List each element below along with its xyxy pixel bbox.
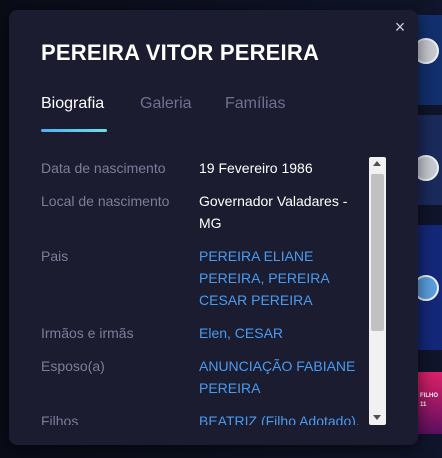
- detail-row-spouse: Esposo(a) ANUNCIAÇÃO FABIANE PEREIRA: [41, 355, 387, 399]
- siblings-link[interactable]: Elen, CESAR: [199, 322, 369, 344]
- tab-biografia[interactable]: Biografia: [41, 95, 104, 113]
- close-icon[interactable]: ×: [391, 18, 409, 36]
- spouse-label: Esposo(a): [41, 358, 105, 374]
- details-scrollbar[interactable]: [369, 157, 386, 425]
- children-link[interactable]: BEATRIZ (Filho Adotado), ISABELLA, SAMUE…: [199, 410, 369, 425]
- birth-date-value: 19 Fevereiro 1986: [199, 160, 313, 176]
- parents-link[interactable]: PEREIRA ELIANE PEREIRA, PEREIRA CESAR PE…: [199, 245, 369, 311]
- tab-familias[interactable]: Famílias: [225, 95, 285, 113]
- birth-place-value: Governador Valadares - MG: [199, 193, 348, 231]
- children-label: Filhos: [41, 413, 79, 425]
- birth-date-label: Data de nascimento: [41, 160, 166, 176]
- detail-row-siblings: Irmãos e irmãs Elen, CESAR: [41, 322, 387, 344]
- detail-row-parents: Pais PEREIRA ELIANE PEREIRA, PEREIRA CES…: [41, 245, 387, 311]
- tab-galeria[interactable]: Galeria: [140, 95, 192, 113]
- detail-row-children: Filhos BEATRIZ (Filho Adotado), ISABELLA…: [41, 410, 387, 425]
- person-detail-modal: PEREIRA VITOR PEREIRA Biografia Galeria …: [9, 10, 418, 445]
- scroll-up-arrow-icon[interactable]: [373, 161, 381, 166]
- active-tab-indicator: [41, 129, 107, 132]
- person-name-title: PEREIRA VITOR PEREIRA: [41, 40, 320, 65]
- scroll-down-arrow-icon[interactable]: [373, 415, 381, 420]
- detail-row-birth-date: Data de nascimento 19 Fevereiro 1986: [41, 157, 387, 179]
- scrollbar-thumb[interactable]: [371, 174, 384, 331]
- birth-place-label: Local de nascimento: [41, 193, 170, 209]
- siblings-label: Irmãos e irmãs: [41, 325, 134, 341]
- spouse-link[interactable]: ANUNCIAÇÃO FABIANE PEREIRA: [199, 355, 369, 399]
- background-card-label: FILHO 11: [420, 393, 438, 408]
- biography-details: Data de nascimento 19 Fevereiro 1986 Loc…: [41, 157, 387, 425]
- parents-label: Pais: [41, 248, 69, 264]
- detail-row-birth-place: Local de nascimento Governador Valadares…: [41, 190, 387, 234]
